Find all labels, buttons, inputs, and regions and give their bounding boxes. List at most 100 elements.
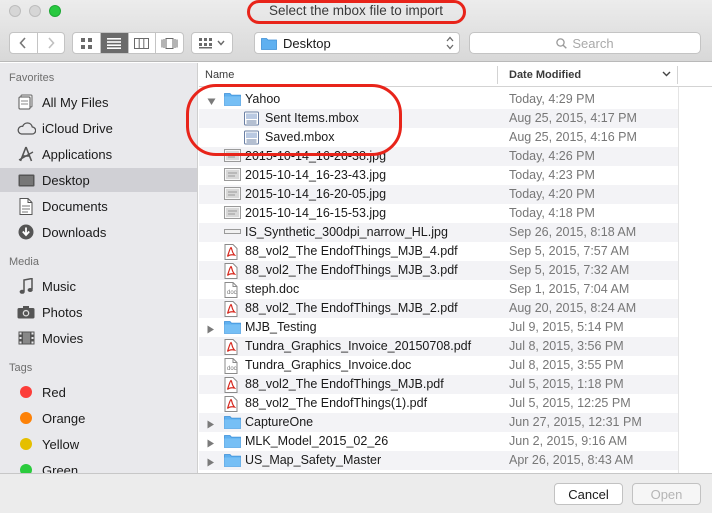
column-divider[interactable] bbox=[497, 66, 498, 84]
folder-icon bbox=[224, 453, 241, 468]
file-row[interactable]: 88_vol2_The EndofThings_MJB_4.pdf Sep 5, … bbox=[199, 242, 678, 261]
sidebar-item-icloud-drive[interactable]: iCloud Drive bbox=[0, 116, 197, 140]
location-popup[interactable]: Desktop bbox=[254, 32, 460, 54]
columns-icon bbox=[134, 37, 150, 49]
arrange-button[interactable] bbox=[191, 32, 233, 54]
file-row[interactable]: 2015-10-14_16-20-05.jpg Today, 4:20 PM bbox=[199, 185, 678, 204]
file-date-modified: Sep 5, 2015, 7:57 AM bbox=[509, 244, 630, 258]
sidebar-item-label: Orange bbox=[42, 410, 86, 426]
orange-tag-dot-icon bbox=[20, 412, 32, 424]
file-name: CaptureOne bbox=[245, 415, 314, 429]
file-row[interactable]: 88_vol2_The EndofThings_MJB_3.pdf Sep 5, … bbox=[199, 261, 678, 280]
image-file-icon bbox=[224, 168, 241, 183]
disclosure-triangle-right-icon[interactable] bbox=[207, 323, 215, 337]
view-mode-buttons bbox=[72, 32, 184, 54]
column-divider[interactable] bbox=[677, 66, 678, 84]
media-heading: Media bbox=[9, 256, 39, 268]
yellow-tag-dot-icon bbox=[20, 438, 32, 450]
folder-row[interactable]: CaptureOne Jun 27, 2015, 12:31 PM bbox=[199, 413, 678, 432]
cancel-button[interactable]: Cancel bbox=[554, 483, 623, 505]
file-date-modified: Today, 4:18 PM bbox=[509, 206, 595, 220]
folder-icon bbox=[261, 37, 277, 50]
file-row[interactable]: Tundra_Graphics_Invoice_20150708.pdf Jul … bbox=[199, 337, 678, 356]
file-date-modified: Jul 9, 2015, 5:14 PM bbox=[509, 320, 624, 334]
sidebar-item-desktop[interactable]: Desktop bbox=[0, 168, 197, 192]
sidebar-item-all-my-files[interactable]: All My Files bbox=[0, 90, 197, 114]
folder-row[interactable]: MJB_Testing Jul 9, 2015, 5:14 PM bbox=[199, 318, 678, 337]
updown-chevron-icon bbox=[446, 36, 454, 50]
column-view-button[interactable] bbox=[127, 33, 156, 53]
sidebar-item-music[interactable]: Music bbox=[0, 274, 197, 298]
file-date-modified: Today, 4:20 PM bbox=[509, 187, 595, 201]
back-button[interactable] bbox=[10, 33, 37, 53]
cover-flow-view-button[interactable] bbox=[155, 33, 183, 53]
file-date-modified: Apr 26, 2015, 8:43 AM bbox=[509, 453, 634, 467]
sidebar-tag-red[interactable]: Red bbox=[0, 380, 197, 404]
file-name: steph.doc bbox=[245, 282, 300, 296]
disclosure-triangle-right-icon[interactable] bbox=[207, 456, 215, 470]
search-field[interactable]: Search bbox=[469, 32, 701, 54]
music-icon bbox=[16, 277, 36, 295]
pdf-file-icon bbox=[224, 244, 240, 260]
open-button[interactable]: Open bbox=[632, 483, 701, 505]
sidebar-tag-yellow[interactable]: Yellow bbox=[0, 432, 197, 456]
file-date-modified: Jul 5, 2015, 1:18 PM bbox=[509, 377, 624, 391]
doc-file-icon: doc bbox=[224, 358, 240, 374]
file-name: 88_vol2_The EndofThings(1).pdf bbox=[245, 396, 428, 410]
file-row[interactable]: doc steph.doc Sep 1, 2015, 7:04 AM bbox=[199, 280, 678, 299]
folder-icon bbox=[224, 434, 241, 449]
folder-icon bbox=[224, 415, 241, 430]
title-bar: Select the mbox file to import Desktop S… bbox=[0, 0, 712, 62]
chevron-down-icon bbox=[217, 40, 225, 46]
sidebar-item-label: Desktop bbox=[42, 172, 90, 188]
file-row[interactable]: 2015-10-14_16-23-43.jpg Today, 4:23 PM bbox=[199, 166, 678, 185]
green-tag-dot-icon bbox=[20, 464, 32, 473]
forward-button[interactable] bbox=[36, 33, 65, 53]
sidebar-item-label: Music bbox=[42, 278, 76, 294]
sort-chevron-down-icon bbox=[662, 71, 671, 77]
folder-row[interactable]: MLK_Model_2015_02_26 Jun 2, 2015, 9:16 AM bbox=[199, 432, 678, 451]
disclosure-triangle-right-icon[interactable] bbox=[207, 437, 215, 451]
annotation-highlight-yahoo bbox=[186, 84, 402, 156]
applications-icon bbox=[16, 145, 36, 163]
scrollbar-track[interactable] bbox=[678, 87, 712, 473]
sidebar-item-label: Yellow bbox=[42, 436, 80, 452]
navigation-buttons bbox=[9, 32, 65, 54]
documents-icon bbox=[16, 197, 36, 215]
sidebar-item-documents[interactable]: Documents bbox=[0, 194, 197, 218]
file-name: MJB_Testing bbox=[245, 320, 317, 334]
favorites-heading: Favorites bbox=[9, 72, 55, 84]
sidebar-tag-green[interactable]: Green bbox=[0, 458, 197, 473]
tags-heading: Tags bbox=[9, 362, 33, 374]
location-label: Desktop bbox=[283, 35, 331, 51]
file-name: 2015-10-14_16-15-53.jpg bbox=[245, 206, 387, 220]
magnifier-icon bbox=[556, 37, 568, 49]
file-row[interactable]: 88_vol2_The EndofThings(1).pdf Jul 5, 201… bbox=[199, 394, 678, 413]
folder-icon bbox=[224, 320, 241, 335]
sidebar-item-applications[interactable]: Applications bbox=[0, 142, 197, 166]
file-row[interactable]: 88_vol2_The EndofThings_MJB_2.pdf Aug 20,… bbox=[199, 299, 678, 318]
file-date-modified: Jul 8, 2015, 3:55 PM bbox=[509, 358, 624, 372]
disclosure-triangle-right-icon[interactable] bbox=[207, 418, 215, 432]
sidebar-item-movies[interactable]: Movies bbox=[0, 326, 197, 350]
pdf-file-icon bbox=[224, 301, 240, 317]
sidebar-item-label: Downloads bbox=[42, 224, 107, 240]
sidebar-item-label: Green bbox=[42, 462, 79, 474]
file-name: US_Map_Safety_Master bbox=[245, 453, 382, 467]
sidebar-item-downloads[interactable]: Downloads bbox=[0, 220, 197, 244]
icon-view-button[interactable] bbox=[73, 33, 100, 53]
file-row[interactable]: 2015-10-14_16-15-53.jpg Today, 4:18 PM bbox=[199, 204, 678, 223]
search-placeholder: Search bbox=[572, 35, 614, 51]
column-header-name[interactable]: Name bbox=[205, 69, 234, 81]
file-name: 88_vol2_The EndofThings_MJB.pdf bbox=[245, 377, 444, 391]
folder-row[interactable]: US_Map_Safety_Master Apr 26, 2015, 8:43 A… bbox=[199, 451, 678, 470]
file-row[interactable]: IS_Synthetic_300dpi_narrow_HL.jpg Sep 26,… bbox=[199, 223, 678, 242]
file-row[interactable]: 88_vol2_The EndofThings_MJB.pdf Jul 5, 20… bbox=[199, 375, 678, 394]
sidebar-tag-orange[interactable]: Orange bbox=[0, 406, 197, 430]
sidebar-item-photos[interactable]: Photos bbox=[0, 300, 197, 324]
column-header-date-modified[interactable]: Date Modified bbox=[509, 69, 581, 81]
dialog-footer: Cancel Open bbox=[0, 473, 712, 513]
list-view-button[interactable] bbox=[99, 33, 128, 53]
file-row[interactable]: doc Tundra_Graphics_Invoice.doc Jul 8, 201… bbox=[199, 356, 678, 375]
camera-icon bbox=[16, 303, 36, 321]
